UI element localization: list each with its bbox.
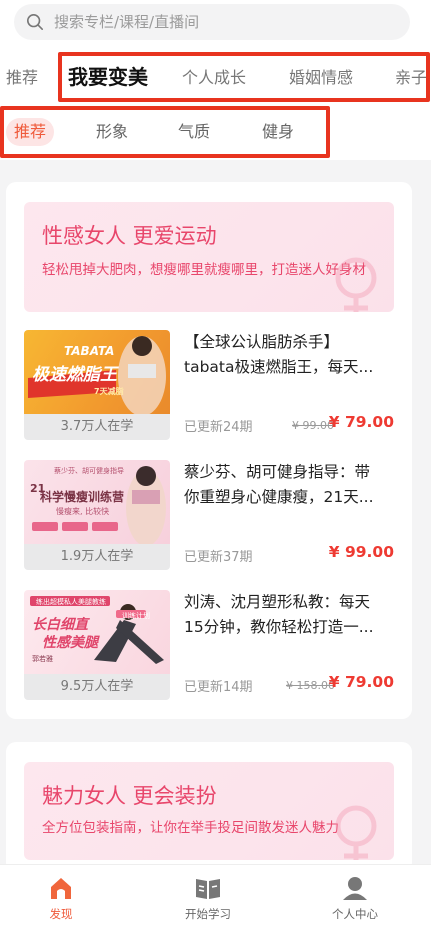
search-input[interactable] — [54, 13, 374, 31]
subtab-recommend[interactable]: 推荐 — [6, 118, 55, 146]
original-price: ¥ 158.00 — [286, 679, 335, 692]
current-price: ¥ 79.00 — [328, 413, 394, 431]
thumb-coach-name: 郭若雅 — [32, 655, 53, 663]
section-card-fitness: 性感女人 更爱运动 轻松甩掉大肥肉，想瘦哪里就瘦哪里，打造迷人好身材 TABAT… — [6, 182, 412, 719]
nav-label: 发现 — [49, 907, 73, 921]
update-count: 已更新37期 — [184, 550, 253, 565]
subtab-fitness[interactable]: 健身 — [254, 118, 302, 146]
original-price: ¥ 99.00 — [292, 419, 334, 432]
section-banner[interactable]: 性感女人 更爱运动 轻松甩掉大肥肉，想瘦哪里就瘦哪里，打造迷人好身材 — [24, 202, 394, 312]
bottom-navigation: 发现 开始学习 个人中心 — [0, 864, 431, 926]
tab-personal-growth[interactable]: 个人成长 — [182, 64, 246, 88]
tab-marriage[interactable]: 婚姻情感 — [289, 64, 353, 88]
section-title: 性感女人 更爱运动 — [42, 224, 217, 248]
thumb-tag-text: 7天减脂 — [94, 387, 124, 396]
course-thumbnail[interactable]: TABATA 极速燃脂王 7天减脂 3.7万人在学 — [24, 330, 170, 440]
thumb-sub-text: 慢瘦来, 比较快 — [56, 507, 110, 516]
nav-label: 开始学习 — [185, 907, 231, 921]
search-box[interactable] — [14, 4, 410, 40]
learner-count: 9.5万人在学 — [24, 674, 170, 700]
update-count: 已更新14期 — [184, 680, 253, 695]
course-title[interactable]: 刘涛、沈月塑形私教：每天 15分钟，教你轻松打造一... — [184, 590, 394, 640]
learner-count: 1.9万人在学 — [24, 544, 170, 570]
course-thumbnail[interactable]: 练出超模私人美腿教练 训练计划 长白细直 性感美腿 郭若雅 9.5万人在学 — [24, 590, 170, 700]
female-symbol-icon — [335, 257, 377, 312]
section-title: 魅力女人 更会装扮 — [42, 784, 217, 808]
female-symbol-icon — [335, 805, 377, 860]
course-thumbnail[interactable]: 蔡少芬、胡可健身指导 21 科学慢瘦训练营 慢瘦来, 比较快 1.9万人在学 — [24, 460, 170, 570]
tab-parenting[interactable]: 亲子 — [395, 64, 427, 88]
nav-start-learning[interactable]: 开始学习 — [158, 875, 258, 922]
learner-count: 3.7万人在学 — [24, 414, 170, 440]
course-item[interactable]: TABATA 极速燃脂王 7天减脂 3.7万人在学 【全球公认脂肪杀手】 tab… — [24, 330, 394, 440]
thumb-top-text: 蔡少芬、胡可健身指导 — [54, 467, 124, 475]
nav-discover[interactable]: 发现 — [11, 875, 111, 922]
thumb-main-text: 极速燃脂王 — [32, 365, 117, 385]
profile-icon — [343, 877, 367, 900]
current-price: ¥ 79.00 — [328, 673, 394, 691]
thumb-top-text: TABATA — [64, 344, 115, 358]
nav-profile[interactable]: 个人中心 — [305, 875, 405, 922]
course-title[interactable]: 【全球公认脂肪杀手】 tabata极速燃脂王，每天... — [184, 330, 394, 380]
thumb-top-text: 练出超模私人美腿教练 — [36, 598, 106, 606]
course-title[interactable]: 蔡少芬、胡可健身指导：带 你重塑身心健康瘦，21天... — [184, 460, 394, 510]
subtab-image[interactable]: 形象 — [88, 118, 136, 146]
search-icon — [26, 13, 44, 31]
nav-label: 个人中心 — [332, 907, 378, 921]
tab-recommend[interactable]: 推荐 — [6, 64, 38, 88]
update-count: 已更新24期 — [184, 420, 253, 435]
section-card-styling: 魅力女人 更会装扮 全方位包装指南，让你在举手投足间散发迷人魅力 — [6, 742, 412, 872]
category-tabs: 推荐 我要变美 个人成长 婚姻情感 亲子 — [0, 50, 431, 104]
discover-icon — [51, 878, 71, 899]
thumb-tag-text: 训练计划 — [122, 612, 150, 620]
subcategory-tabs: 推荐 形象 气质 健身 — [0, 104, 431, 160]
subtab-temperament[interactable]: 气质 — [170, 118, 218, 146]
thumb-main-text-1: 长白细直 — [32, 617, 88, 633]
thumb-main-text-2: 性感美腿 — [42, 635, 98, 651]
thumb-main-text: 科学慢瘦训练营 — [40, 490, 125, 504]
current-price: ¥ 99.00 — [328, 543, 394, 561]
course-item[interactable]: 练出超模私人美腿教练 训练计划 长白细直 性感美腿 郭若雅 9.5万人在学 刘涛… — [24, 590, 394, 700]
section-banner[interactable]: 魅力女人 更会装扮 全方位包装指南，让你在举手投足间散发迷人魅力 — [24, 762, 394, 860]
search-bar — [0, 0, 431, 50]
book-icon — [196, 879, 220, 899]
tab-beauty[interactable]: 我要变美 — [68, 61, 148, 90]
course-item[interactable]: 蔡少芬、胡可健身指导 21 科学慢瘦训练营 慢瘦来, 比较快 1.9万人在学 蔡… — [24, 460, 394, 570]
section-subtitle: 轻松甩掉大肥肉，想瘦哪里就瘦哪里，打造迷人好身材 — [42, 262, 366, 278]
